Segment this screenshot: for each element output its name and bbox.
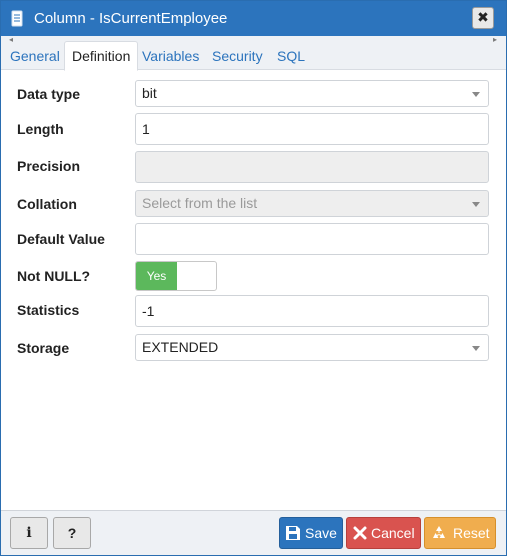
close-button[interactable]: ✖ bbox=[472, 7, 494, 29]
length-value: 1 bbox=[142, 121, 150, 137]
tab-sql[interactable]: SQL bbox=[270, 42, 312, 70]
info-icon: i bbox=[26, 525, 32, 541]
dialog-footer: i ? Save Cancel Reset bbox=[1, 510, 506, 555]
column-dialog: Column - IsCurrentEmployee ✖ ◂ ▸ General… bbox=[0, 0, 507, 556]
default-value-label: Default Value bbox=[17, 231, 105, 247]
tab-scroll-right-icon[interactable]: ▸ bbox=[493, 36, 501, 44]
statistics-input[interactable]: -1 bbox=[135, 295, 489, 327]
tab-label: Variables bbox=[142, 48, 200, 64]
length-input[interactable]: 1 bbox=[135, 113, 489, 145]
collation-select: Select from the list bbox=[135, 190, 489, 217]
toggle-on-state: Yes bbox=[136, 262, 177, 290]
close-icon: ✖ bbox=[477, 10, 489, 26]
chevron-down-icon bbox=[472, 346, 480, 351]
not-null-label: Not NULL? bbox=[17, 268, 91, 284]
close-icon bbox=[353, 526, 367, 540]
chevron-down-icon bbox=[472, 202, 480, 207]
tab-label: SQL bbox=[277, 48, 306, 64]
chevron-down-icon bbox=[472, 92, 480, 97]
tab-variables[interactable]: Variables bbox=[135, 42, 206, 70]
dialog-title: Column - IsCurrentEmployee bbox=[34, 10, 228, 27]
tab-general[interactable]: General bbox=[3, 42, 67, 70]
precision-input bbox=[135, 151, 489, 183]
column-icon bbox=[11, 10, 23, 27]
recycle-icon bbox=[433, 526, 445, 538]
tab-bar: ◂ ▸ General Definition Variables Securit… bbox=[1, 36, 506, 71]
collation-placeholder: Select from the list bbox=[142, 195, 258, 211]
storage-value: EXTENDED bbox=[142, 339, 219, 355]
tab-label: Security bbox=[212, 48, 263, 64]
tab-definition[interactable]: Definition bbox=[64, 41, 139, 71]
info-button[interactable]: i bbox=[10, 517, 48, 549]
reset-label: Reset bbox=[453, 525, 490, 541]
reset-button[interactable]: Reset bbox=[424, 517, 496, 549]
tab-security[interactable]: Security bbox=[205, 42, 270, 70]
save-icon bbox=[286, 526, 300, 540]
data-type-select[interactable]: bit bbox=[135, 80, 489, 107]
save-label: Save bbox=[305, 525, 337, 541]
statistics-value: -1 bbox=[142, 303, 155, 319]
length-label: Length bbox=[17, 121, 64, 137]
collation-label: Collation bbox=[17, 196, 77, 212]
storage-label: Storage bbox=[17, 340, 70, 356]
data-type-label: Data type bbox=[17, 86, 81, 102]
storage-select[interactable]: EXTENDED bbox=[135, 334, 489, 361]
dialog-titlebar[interactable]: Column - IsCurrentEmployee ✖ bbox=[1, 1, 506, 36]
default-value-input[interactable] bbox=[135, 223, 489, 255]
save-button[interactable]: Save bbox=[279, 517, 343, 549]
not-null-toggle[interactable]: Yes bbox=[135, 261, 217, 291]
cancel-label: Cancel bbox=[371, 525, 415, 541]
precision-label: Precision bbox=[17, 158, 81, 174]
help-button[interactable]: ? bbox=[53, 517, 91, 549]
tab-label: General bbox=[10, 48, 60, 64]
tab-label: Definition bbox=[72, 48, 131, 64]
cancel-button[interactable]: Cancel bbox=[346, 517, 421, 549]
help-icon: ? bbox=[67, 525, 77, 541]
statistics-label: Statistics bbox=[17, 302, 80, 318]
data-type-value: bit bbox=[142, 85, 157, 101]
